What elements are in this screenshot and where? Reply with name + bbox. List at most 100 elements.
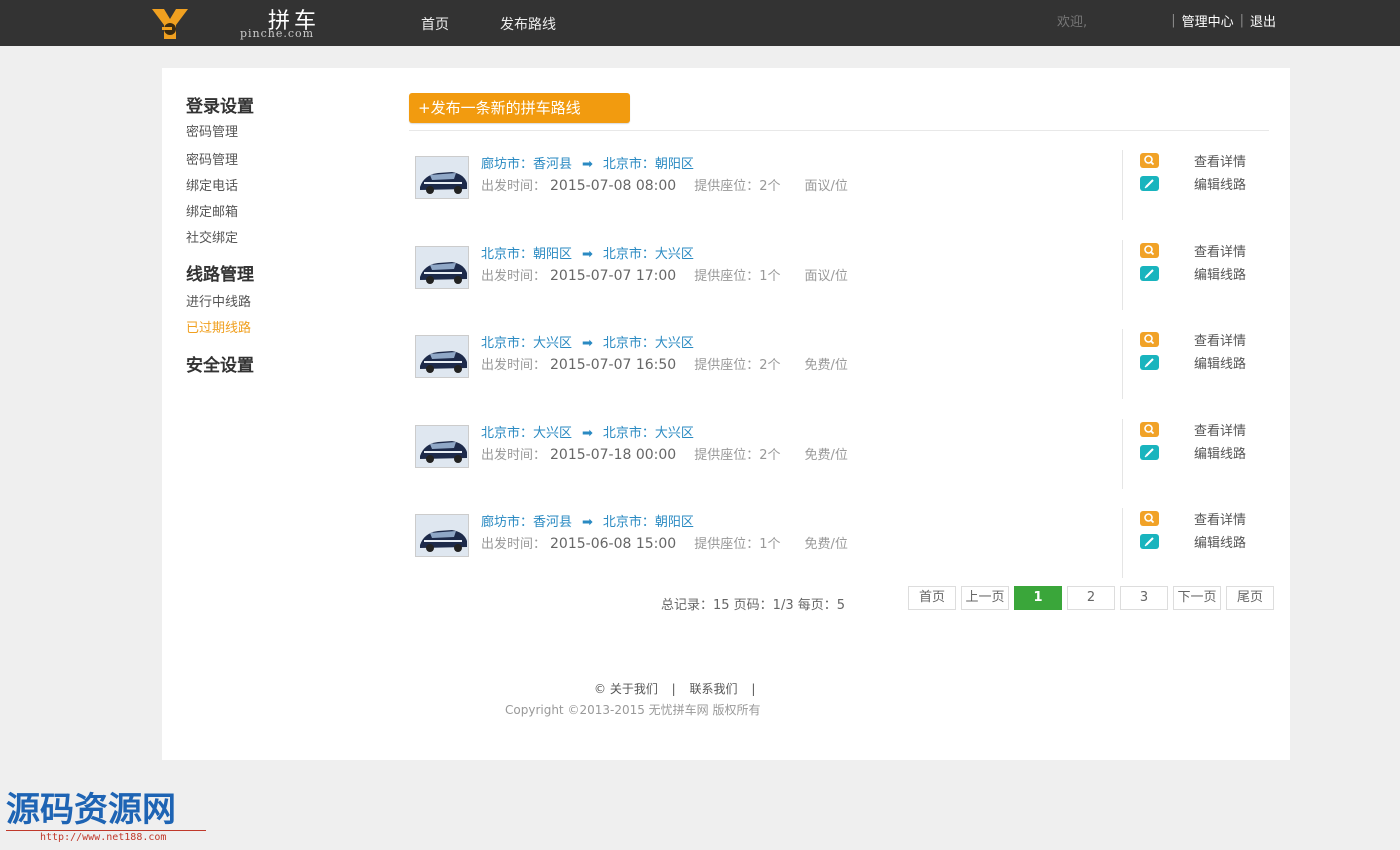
route-from: 北京市：大兴区 bbox=[481, 336, 573, 351]
route-title[interactable]: 北京市：大兴区 ➡ 北京市：大兴区 bbox=[481, 332, 694, 351]
view-details-button[interactable]: 查看详情 bbox=[1140, 241, 1246, 260]
pagination-summary: 总记录：15 页码：1/3 每页：5 bbox=[661, 598, 845, 613]
edit-route-button[interactable]: 编辑线路 bbox=[1140, 264, 1246, 283]
sidebar-heading-login: 登录设置 bbox=[186, 97, 254, 117]
sidebar-item-password-1[interactable]: 密码管理 bbox=[186, 121, 238, 140]
page-last-button[interactable]: 尾页 bbox=[1226, 586, 1274, 610]
edit-route-label: 编辑线路 bbox=[1194, 357, 1247, 372]
route-to: 北京市：大兴区 bbox=[602, 425, 694, 441]
route-row: 北京市：朝阳区 ➡ 北京市：大兴区 出发时间： 2015-07-07 17:00 提供座位… bbox=[415, 239, 1275, 312]
route-info: 出发时间： 2015-06-08 15:00 提供座位：1个 免费/位 bbox=[481, 533, 848, 552]
pencil-icon bbox=[1140, 355, 1159, 370]
depart-time: 2015-07-08 08:00 bbox=[550, 178, 677, 194]
edit-route-label: 编辑线路 bbox=[1194, 267, 1247, 283]
about-us-link[interactable]: 关于我们 bbox=[610, 682, 658, 696]
page-2-button[interactable]: 2 bbox=[1067, 586, 1115, 610]
view-details-button[interactable]: 查看详情 bbox=[1140, 420, 1246, 439]
search-icon bbox=[1140, 242, 1159, 258]
route-title[interactable]: 廊坊市：香河县 ➡ 北京市：朝阳区 bbox=[481, 153, 694, 172]
car-thumbnail[interactable] bbox=[415, 424, 469, 468]
price-value: 面议/位 bbox=[804, 268, 848, 284]
arrow-icon: ➡ bbox=[582, 246, 593, 262]
depart-time: 2015-07-07 16:50 bbox=[550, 357, 677, 373]
sidebar-item-active-routes[interactable]: 进行中线路 bbox=[186, 291, 251, 310]
depart-label: 出发时间： bbox=[481, 179, 547, 194]
seats-label: 提供座位： bbox=[694, 358, 760, 373]
seats-label: 提供座位： bbox=[694, 268, 760, 284]
route-title[interactable]: 北京市：大兴区 ➡ 北京市：大兴区 bbox=[481, 422, 694, 441]
sidebar-item-password[interactable]: 密码管理 bbox=[186, 149, 238, 168]
edit-route-button[interactable]: 编辑线路 bbox=[1140, 174, 1246, 193]
view-details-label: 查看详情 bbox=[1194, 334, 1247, 349]
page-first-button[interactable]: 首页 bbox=[908, 586, 956, 610]
car-thumbnail[interactable] bbox=[415, 335, 469, 378]
edit-route-button[interactable]: 编辑线路 bbox=[1140, 532, 1246, 551]
view-details-button[interactable]: 查看详情 bbox=[1140, 509, 1246, 528]
page-1-button[interactable]: 1 bbox=[1014, 586, 1062, 610]
page-3-button[interactable]: 3 bbox=[1120, 586, 1168, 610]
sidebar-heading-routes: 线路管理 bbox=[186, 265, 254, 285]
search-icon bbox=[1140, 511, 1159, 526]
copyright-text: Copyright ©2013-2015 无忧拼车网 版权所有 bbox=[505, 703, 761, 717]
search-icon bbox=[1140, 332, 1159, 347]
contact-us-link[interactable]: 联系我们 bbox=[690, 682, 738, 696]
route-from: 北京市：大兴区 bbox=[481, 425, 573, 441]
view-details-button[interactable]: 查看详情 bbox=[1140, 330, 1246, 349]
sidebar-item-email[interactable]: 绑定邮箱 bbox=[186, 201, 238, 220]
sidebar-item-phone[interactable]: 绑定电话 bbox=[186, 175, 238, 194]
publish-route-button[interactable]: +发布一条新的拼车路线 bbox=[409, 93, 630, 123]
footer-links: © 关于我们 | 联系我们 | bbox=[594, 680, 765, 697]
seats-label: 提供座位： bbox=[694, 179, 760, 194]
route-info: 出发时间： 2015-07-07 17:00 提供座位：1个 面议/位 bbox=[481, 265, 848, 284]
depart-time: 2015-07-18 00:00 bbox=[550, 446, 677, 463]
divider bbox=[1122, 150, 1123, 220]
copyright-symbol: © bbox=[594, 682, 606, 696]
seats-label: 提供座位： bbox=[694, 537, 760, 552]
edit-route-label: 编辑线路 bbox=[1194, 178, 1247, 193]
view-details-label: 查看详情 bbox=[1194, 155, 1247, 170]
page-next-button[interactable]: 下一页 bbox=[1173, 586, 1221, 610]
price-value: 免费/位 bbox=[804, 537, 848, 552]
nav-publish-route[interactable]: 发布路线 bbox=[500, 14, 556, 34]
route-row: 廊坊市：香河县 ➡ 北京市：朝阳区出发时间： 2015-06-08 15:00 提供座位… bbox=[415, 508, 1275, 580]
welcome-text: 欢迎, bbox=[1057, 15, 1088, 30]
route-to: 北京市：大兴区 bbox=[602, 336, 694, 351]
route-row: 北京市：大兴区 ➡ 北京市：大兴区 出发时间： 2015-07-18 00:00 提供座位… bbox=[415, 418, 1275, 491]
sidebar-item-social[interactable]: 社交绑定 bbox=[186, 227, 238, 246]
route-from: 廊坊市：香河县 bbox=[481, 515, 573, 530]
admin-center-link[interactable]: 管理中心 bbox=[1182, 11, 1234, 30]
view-details-button[interactable]: 查看详情 bbox=[1140, 151, 1246, 170]
divider bbox=[409, 130, 1269, 131]
route-row: 廊坊市：香河县 ➡ 北京市：朝阳区出发时间： 2015-07-08 08:00 提供座位… bbox=[415, 150, 1275, 222]
page-prev-button[interactable]: 上一页 bbox=[961, 586, 1009, 610]
logo-icon[interactable] bbox=[150, 5, 192, 41]
route-title[interactable]: 北京市：朝阳区 ➡ 北京市：大兴区 bbox=[481, 243, 694, 262]
sidebar-item-expired-routes[interactable]: 已过期线路 bbox=[186, 317, 251, 336]
depart-time: 2015-07-07 17:00 bbox=[550, 267, 677, 284]
depart-label: 出发时间： bbox=[481, 447, 547, 463]
seats-label: 提供座位： bbox=[694, 447, 760, 463]
route-info: 出发时间： 2015-07-18 00:00 提供座位：2个 免费/位 bbox=[481, 444, 848, 463]
pencil-icon bbox=[1140, 176, 1159, 191]
watermark-title: 源码资源网 bbox=[6, 790, 176, 830]
route-row: 北京市：大兴区 ➡ 北京市：大兴区 出发时间： 2015-07-07 16:50 提供座位… bbox=[415, 329, 1275, 401]
car-thumbnail[interactable] bbox=[415, 156, 469, 199]
sidebar-heading-security[interactable]: 安全设置 bbox=[186, 351, 254, 376]
user-menu: 欢迎, | 管理中心 | 退出 bbox=[1057, 11, 1276, 30]
logout-link[interactable]: 退出 bbox=[1250, 11, 1276, 30]
seats-value: 1个 bbox=[759, 268, 781, 284]
car-thumbnail[interactable] bbox=[415, 514, 469, 557]
arrow-icon: ➡ bbox=[582, 515, 593, 530]
edit-route-button[interactable]: 编辑线路 bbox=[1140, 353, 1246, 372]
route-to: 北京市：朝阳区 bbox=[602, 515, 694, 530]
top-navbar: 拼车 pinche.com 首页 发布路线 欢迎, | 管理中心 | 退出 bbox=[0, 0, 1400, 46]
seats-value: 2个 bbox=[759, 447, 781, 463]
search-icon bbox=[1140, 153, 1159, 168]
edit-route-button[interactable]: 编辑线路 bbox=[1140, 443, 1246, 462]
watermark-url: http://www.net188.com bbox=[6, 830, 206, 846]
route-title[interactable]: 廊坊市：香河县 ➡ 北京市：朝阳区 bbox=[481, 511, 694, 530]
price-value: 面议/位 bbox=[804, 179, 848, 194]
car-thumbnail[interactable] bbox=[415, 245, 469, 289]
edit-route-label: 编辑线路 bbox=[1194, 446, 1247, 462]
nav-home[interactable]: 首页 bbox=[421, 14, 449, 34]
